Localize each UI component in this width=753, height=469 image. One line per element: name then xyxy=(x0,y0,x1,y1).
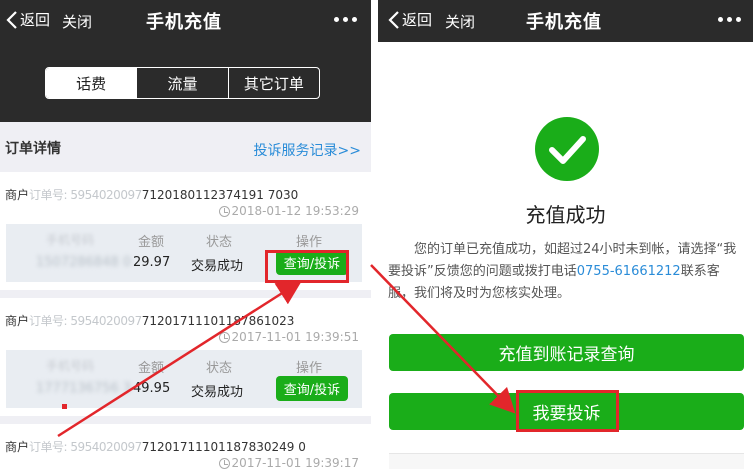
col-header-phone: 手机号码 xyxy=(46,233,95,247)
order-time: 2018-01-12 19:53:29 xyxy=(218,204,359,218)
right-close-button[interactable]: 关闭 xyxy=(445,11,475,32)
left-phone-screen: 返回 关闭 手机充值 话费 流量 其它订单 订单详情 投诉服务记录>> 商户订单… xyxy=(0,0,371,469)
right-page-title: 手机充值 xyxy=(526,12,602,33)
clock-icon xyxy=(218,331,230,343)
order-time: 2017-11-01 19:39:51 xyxy=(218,330,359,344)
col-header-phone: 手机号码 xyxy=(46,359,95,373)
clock-icon xyxy=(218,457,230,469)
right-back-button[interactable]: 返回 xyxy=(388,9,432,30)
order-detail-box: 手机号码 金额 状态 操作 1777136756 3 49.95 交易成功 查询… xyxy=(6,350,362,408)
col-header-status: 状态 xyxy=(206,361,233,376)
tab-data-plan[interactable]: 流量 xyxy=(137,68,229,98)
order-status: 交易成功 xyxy=(191,385,244,400)
chevron-left-icon xyxy=(6,10,17,29)
success-title: 充值成功 xyxy=(525,203,606,227)
highlight-frame xyxy=(265,250,349,283)
left-back-button[interactable]: 返回 xyxy=(6,9,50,30)
col-header-operation: 操作 xyxy=(296,235,323,250)
col-header-amount: 金额 xyxy=(138,235,165,250)
left-page-title: 手机充值 xyxy=(146,12,222,33)
complaint-records-link[interactable]: 投诉服务记录>> xyxy=(254,140,361,160)
phone-number: 1507286848 0 xyxy=(36,255,132,270)
left-navbar: 返回 关闭 手机充值 xyxy=(0,0,371,42)
order-amount: 29.97 xyxy=(133,255,171,270)
bottom-field xyxy=(389,453,744,469)
col-header-operation: 操作 xyxy=(296,361,323,376)
order-amount: 49.95 xyxy=(133,381,171,396)
highlight-frame xyxy=(516,390,619,432)
chevron-left-icon xyxy=(388,10,399,29)
tab-phone-bill[interactable]: 话费 xyxy=(46,68,138,98)
merchant-order-number: 商户订单号: 59540200977120180112374191 7030 xyxy=(5,188,299,202)
check-icon xyxy=(535,117,599,181)
tab-other-orders[interactable]: 其它订单 xyxy=(229,68,319,98)
merchant-order-number: 商户订单号: 595402009771201711101187830249 0 xyxy=(5,440,306,454)
order-status: 交易成功 xyxy=(191,259,244,274)
recharge-record-query-button[interactable]: 充值到账记录查询 xyxy=(389,334,744,371)
section-title: 订单详情 xyxy=(5,141,61,157)
order-section-header: 订单详情 投诉服务记录>> xyxy=(0,122,371,170)
left-more-icon[interactable] xyxy=(334,17,357,22)
col-header-status: 状态 xyxy=(206,235,233,250)
query-complain-button[interactable]: 查询/投诉 xyxy=(276,376,348,401)
merchant-order-number: 商户订单号: 595402009771201711101187861023 xyxy=(5,314,295,328)
tabs-area: 话费 流量 其它订单 xyxy=(0,42,371,122)
right-back-label: 返回 xyxy=(402,11,433,29)
right-more-icon[interactable] xyxy=(718,17,741,22)
phone-number: 1777136756 3 xyxy=(36,381,132,396)
col-header-amount: 金额 xyxy=(138,361,165,376)
service-phone-link[interactable]: 0755-61661212 xyxy=(577,264,681,279)
order-card: 商户订单号: 595402009771201711101187830249 0 … xyxy=(0,424,371,469)
left-back-label: 返回 xyxy=(20,11,51,29)
right-navbar: 返回 关闭 手机充值 xyxy=(378,0,753,42)
screen-divider xyxy=(371,0,378,469)
right-phone-screen: 返回 关闭 手机充值 充值成功 您的订单已充值成功，如超过24小时未到帐，请选择… xyxy=(378,0,753,469)
clock-icon xyxy=(218,205,230,217)
order-type-tabs: 话费 流量 其它订单 xyxy=(45,67,320,99)
left-close-button[interactable]: 关闭 xyxy=(62,11,92,32)
success-description: 您的订单已充值成功，如超过24小时未到帐，请选择“我要投诉”反馈您的问题或拨打电… xyxy=(388,242,737,301)
order-time: 2017-11-01 19:39:17 xyxy=(218,456,359,469)
order-card: 商户订单号: 595402009771201711101187861023 20… xyxy=(0,298,371,416)
